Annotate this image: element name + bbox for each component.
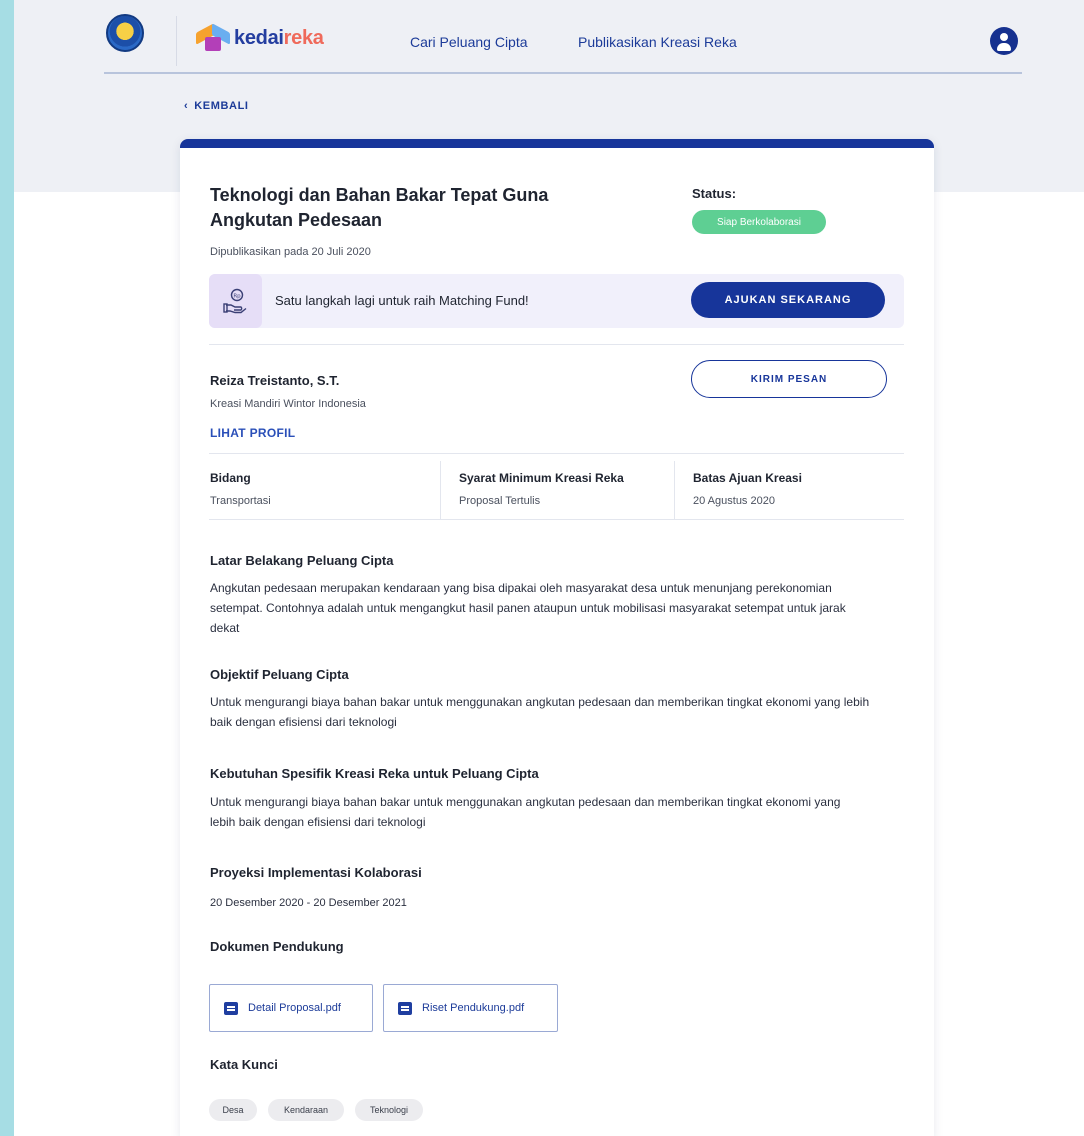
keyword-tag[interactable]: Teknologi: [355, 1099, 423, 1121]
info-syarat: Syarat Minimum Kreasi Reka Proposal Tert…: [459, 471, 624, 529]
back-link[interactable]: ‹ KEMBALI: [184, 100, 249, 112]
page: kedaireka Cari Peluang Cipta Publikasika…: [14, 0, 1084, 1136]
info-value: 20 Agustus 2020: [693, 495, 775, 507]
keyword-tag[interactable]: Kendaraan: [268, 1099, 344, 1121]
section-body-background: Angkutan pedesaan merupakan kendaraan ya…: [210, 581, 846, 635]
section-title-objective: Objektif Peluang Cipta: [210, 667, 349, 682]
section-body-objective: Untuk mengurangi biaya bahan bakar untuk…: [210, 695, 870, 729]
svg-text:Rp: Rp: [233, 294, 241, 300]
section-title-needs: Kebutuhan Spesifik Kreasi Reka untuk Pel…: [210, 766, 539, 781]
divider: [209, 519, 904, 520]
section-title-documents: Dokumen Pendukung: [210, 939, 344, 954]
info-divider: [674, 461, 675, 519]
government-emblem-icon: [106, 14, 144, 52]
owner-name: Reiza Treistanto, S.T.: [210, 373, 340, 388]
info-value: Proposal Tertulis: [459, 495, 541, 507]
info-divider: [440, 461, 441, 519]
promo-text: Satu langkah lagi untuk raih Matching Fu…: [275, 293, 529, 308]
apply-now-button[interactable]: AJUKAN SEKARANG: [691, 282, 885, 318]
navbar: kedaireka Cari Peluang Cipta Publikasika…: [104, 10, 1022, 74]
status-label: Status:: [692, 186, 737, 201]
info-batas: Batas Ajuan Kreasi 20 Agustus 2020: [693, 471, 802, 529]
section-body-needs: Untuk mengurangi biaya bahan bakar untuk…: [210, 795, 841, 829]
send-message-button[interactable]: KIRIM PESAN: [691, 360, 887, 398]
projection-dates: 20 Desember 2020 - 20 Desember 2021: [210, 897, 407, 909]
pdf-icon: [398, 1001, 412, 1015]
nav-link-publikasikan[interactable]: Publikasikan Kreasi Reka: [578, 34, 737, 50]
user-avatar-icon[interactable]: [990, 27, 1018, 55]
document-link[interactable]: Riset Pendukung.pdf: [383, 984, 558, 1032]
info-bidang: Bidang Transportasi: [210, 471, 271, 529]
info-label: Bidang: [210, 471, 251, 485]
nav-divider: [176, 16, 177, 66]
document-name: Detail Proposal.pdf: [248, 1002, 341, 1014]
status-badge: Siap Berkolaborasi: [692, 210, 826, 234]
info-label: Syarat Minimum Kreasi Reka: [459, 471, 624, 485]
chevron-left-icon: ‹: [184, 100, 189, 112]
pdf-icon: [224, 1001, 238, 1015]
keyword-tag[interactable]: Desa: [209, 1099, 257, 1121]
section-title-projection: Proyeksi Implementasi Kolaborasi: [210, 865, 422, 880]
divider: [209, 453, 904, 454]
document-link[interactable]: Detail Proposal.pdf: [209, 984, 373, 1032]
brand-logo[interactable]: kedaireka: [196, 23, 324, 52]
divider: [209, 344, 904, 345]
document-name: Riset Pendukung.pdf: [422, 1002, 525, 1014]
house-logo-icon: [196, 23, 230, 52]
hand-coin-icon: Rp: [209, 274, 262, 328]
owner-organization: Kreasi Mandiri Wintor Indonesia: [210, 398, 366, 410]
section-title-keywords: Kata Kunci: [210, 1057, 278, 1072]
view-profile-link[interactable]: LIHAT PROFIL: [210, 426, 295, 440]
info-label: Batas Ajuan Kreasi: [693, 471, 802, 485]
page-title: Teknologi dan Bahan Bakar Tepat Guna Ang…: [210, 185, 549, 230]
opportunity-card: Teknologi dan Bahan Bakar Tepat Guna Ang…: [180, 139, 934, 1136]
matching-fund-banner: Rp Satu langkah lagi untuk raih Matching…: [209, 274, 904, 328]
brand-name: kedaireka: [234, 26, 324, 49]
nav-link-cari-peluang[interactable]: Cari Peluang Cipta: [410, 34, 528, 50]
section-title-background: Latar Belakang Peluang Cipta: [210, 553, 394, 568]
published-date: Dipublikasikan pada 20 Juli 2020: [210, 246, 371, 258]
back-label: KEMBALI: [194, 100, 249, 112]
info-value: Transportasi: [210, 495, 271, 507]
